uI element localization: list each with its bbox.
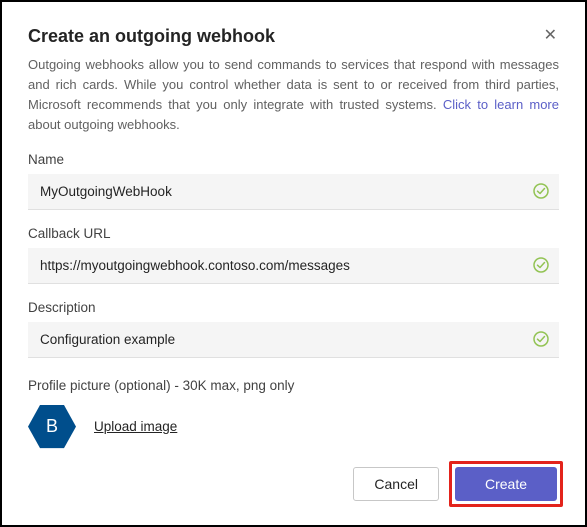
valid-icon bbox=[533, 257, 549, 273]
field-callback: Callback URL bbox=[28, 226, 559, 284]
callback-label: Callback URL bbox=[28, 226, 559, 241]
field-description: Description bbox=[28, 300, 559, 358]
field-name: Name bbox=[28, 152, 559, 210]
valid-icon bbox=[533, 331, 549, 347]
profile-section: Profile picture (optional) - 30K max, pn… bbox=[28, 378, 559, 451]
learn-more-link[interactable]: Click to learn more bbox=[443, 97, 559, 112]
intro-tail: about outgoing webhooks. bbox=[28, 117, 180, 132]
create-button[interactable]: Create bbox=[455, 467, 557, 501]
dialog-intro: Outgoing webhooks allow you to send comm… bbox=[28, 55, 559, 136]
profile-label: Profile picture (optional) - 30K max, pn… bbox=[28, 378, 559, 393]
cancel-button[interactable]: Cancel bbox=[353, 467, 439, 501]
name-input[interactable] bbox=[40, 184, 519, 199]
description-label: Description bbox=[28, 300, 559, 315]
callback-input[interactable] bbox=[40, 258, 519, 273]
valid-icon bbox=[533, 183, 549, 199]
description-input[interactable] bbox=[40, 332, 519, 347]
dialog-footer: Cancel Create bbox=[353, 461, 563, 507]
name-label: Name bbox=[28, 152, 559, 167]
close-icon[interactable]: ✕ bbox=[542, 26, 559, 46]
avatar: B bbox=[28, 403, 76, 451]
dialog-title: Create an outgoing webhook bbox=[28, 26, 275, 47]
create-button-highlight: Create bbox=[449, 461, 563, 507]
upload-image-link[interactable]: Upload image bbox=[94, 419, 177, 434]
